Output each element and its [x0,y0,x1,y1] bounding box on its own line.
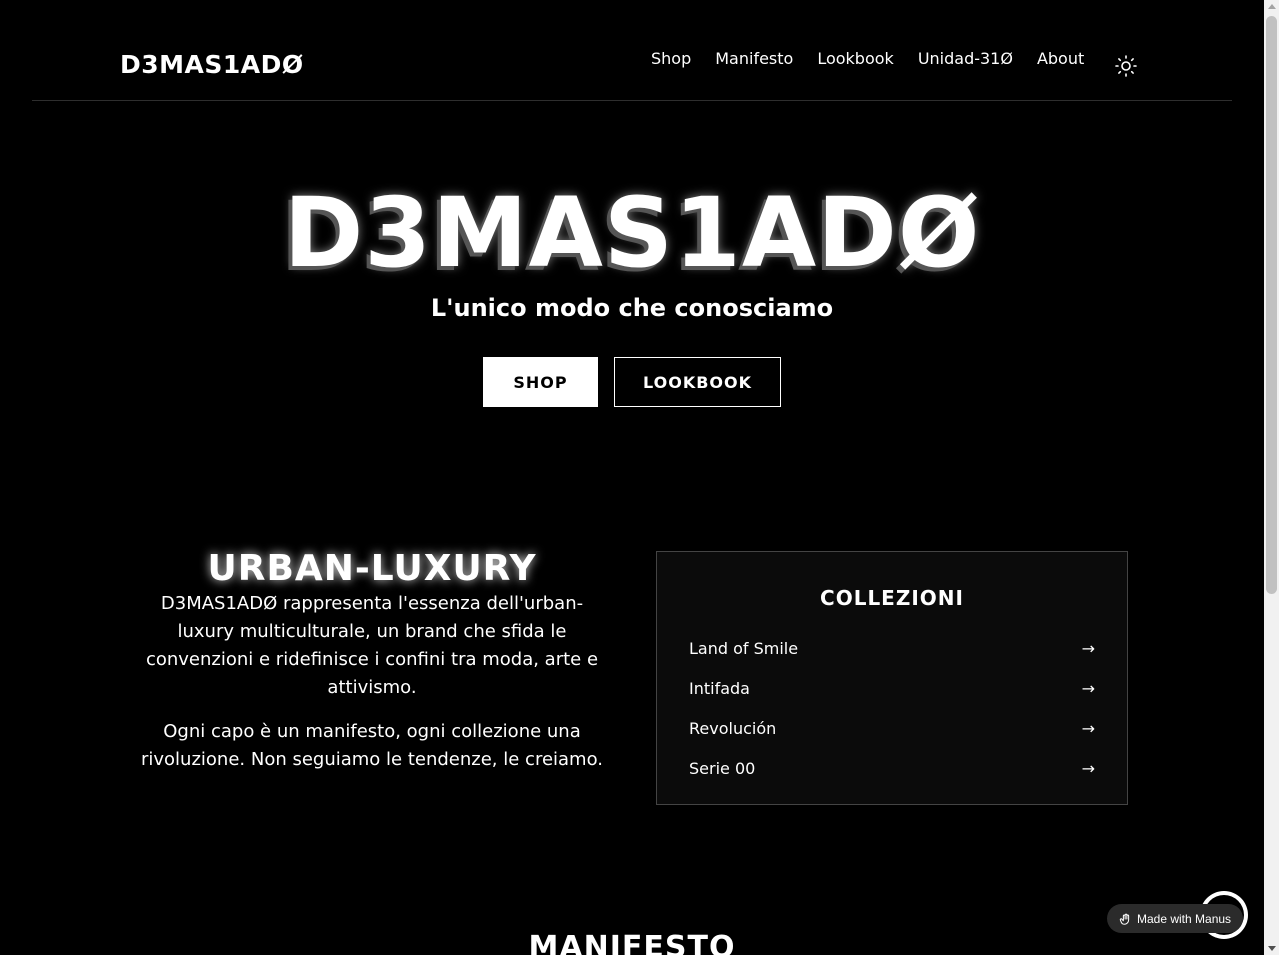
collection-item-revolucion[interactable]: Revolución → [689,708,1095,748]
site-header: D3MAS1ADØ Shop Manifesto Lookbook Unidad… [32,0,1232,101]
scroll-up-icon[interactable] [1268,4,1276,9]
lookbook-button[interactable]: LOOKBOOK [614,357,781,407]
arrow-right-icon: → [1081,678,1095,698]
collection-label: Land of Smile [689,638,799,658]
sun-icon[interactable] [1114,54,1138,78]
arrow-right-icon: → [1081,638,1095,658]
nav-item-unidad[interactable]: Unidad-31Ø [918,48,1013,70]
main-nav: Shop Manifesto Lookbook Unidad-31Ø About [651,48,1084,70]
hero-title: D3MAS1ADØ [283,177,981,289]
urban-luxury-title: URBAN-LUXURY [207,548,537,589]
manus-hand-icon [1119,913,1130,925]
nav-item-about[interactable]: About [1037,48,1084,70]
collection-label: Intifada [689,678,750,698]
collection-label: Revolución [689,718,777,738]
collection-item-intifada[interactable]: Intifada → [689,668,1095,708]
page-scrollbar[interactable] [1264,0,1279,955]
nav-item-shop[interactable]: Shop [651,48,691,70]
nav-item-lookbook[interactable]: Lookbook [817,48,893,70]
arrow-right-icon: → [1081,758,1095,778]
collection-label: Serie 00 [689,758,756,778]
scrollbar-thumb[interactable] [1266,16,1277,594]
scroll-down-icon[interactable] [1268,946,1276,951]
site-logo[interactable]: D3MAS1ADØ [120,50,304,80]
collections-list: Land of Smile → Intifada → Revolución → … [689,628,1095,788]
collection-item-land-of-smile[interactable]: Land of Smile → [689,628,1095,668]
collection-item-serie-00[interactable]: Serie 00 → [689,748,1095,788]
collections-title: COLLEZIONI [820,586,964,610]
hero-subtitle: L'unico modo che conosciamo [430,294,834,322]
urban-luxury-paragraph-2: Ogni capo è un manifesto, ogni collezion… [140,721,604,770]
arrow-right-icon: → [1081,718,1095,738]
badge-label: Made with Manus [1137,911,1232,926]
collections-panel: COLLEZIONI Land of Smile → Intifada → Re… [656,551,1128,805]
manifesto-title: MANIFESTO [528,930,736,955]
urban-luxury-paragraph-1: D3MAS1ADØ rappresenta l'essenza dell'urb… [145,593,599,698]
nav-item-manifesto[interactable]: Manifesto [715,48,793,70]
made-with-manus-badge[interactable]: Made with Manus [1107,904,1243,933]
shop-button[interactable]: SHOP [483,357,598,407]
